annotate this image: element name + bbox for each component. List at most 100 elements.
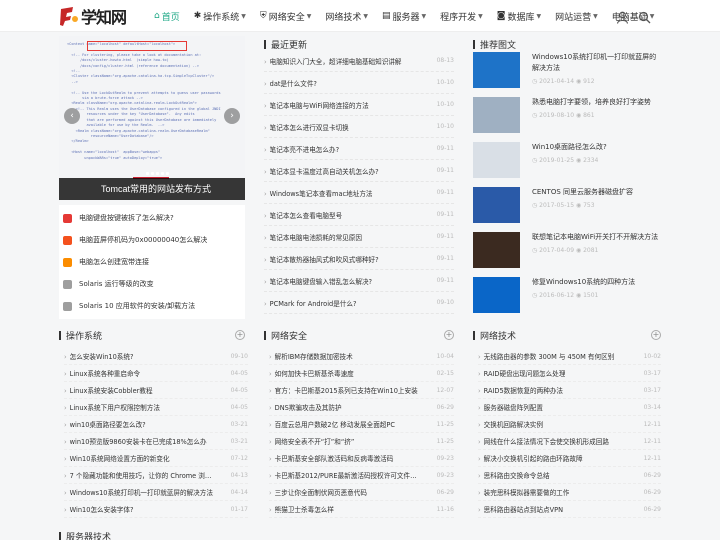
article-link[interactable]: PCMark for Android是什么?	[264, 298, 357, 308]
article-thumbnail[interactable]	[473, 97, 520, 133]
article-link[interactable]: 熊猫卫士杀毒怎么样	[269, 504, 334, 514]
list-item[interactable]: Linux系统安装Cobbler教程 04-05	[64, 382, 248, 399]
more-plus-icon[interactable]: +	[235, 330, 245, 340]
article-link[interactable]: 解决小交换机引起的路由环路故障	[478, 453, 583, 463]
nav-database[interactable]: ◙ 数据库 ▼	[497, 10, 541, 23]
article-link[interactable]: DNS欺骗攻击及其防护	[269, 402, 342, 412]
recommended-item[interactable]: Windows10系统打印机一打印就蓝屏的解决方法 ◷ 2021-04-14 ◉ …	[473, 52, 661, 97]
featured-slider[interactable]: <Context name="localhost" defaultHost="l…	[59, 36, 245, 200]
article-thumbnail[interactable]	[473, 187, 520, 223]
list-item[interactable]: Linux系统下用户权限控制方法 04-05	[64, 399, 248, 416]
list-item[interactable]: 无线路由器的参数 300M 与 450M 有何区别 10-02	[478, 348, 661, 365]
article-link[interactable]: dat是什么文件?	[264, 78, 317, 88]
list-item[interactable]: dat是什么文件? 10-10	[264, 72, 454, 94]
recommended-item[interactable]: 熟悉电脑打字要领，培养良好打字姿势 ◷ 2019-08-10 ◉ 861	[473, 97, 661, 142]
list-item[interactable]: 思科路由器站点到站点VPN 06-29	[478, 501, 661, 518]
article-link[interactable]: 思科路由器站点到站点VPN	[478, 504, 563, 514]
article-link[interactable]: 笔记本电脑键盘输入错乱怎么解决?	[264, 276, 372, 286]
topic-item[interactable]: 电脑怎么创建宽带连接	[59, 251, 245, 273]
article-link[interactable]: 7 个隐藏功能和使用技巧，让你的 Chrome 浏览器更...	[64, 470, 214, 480]
article-link[interactable]: win10预览版9860安装卡在已完成18%怎么办	[64, 436, 207, 446]
recommended-title[interactable]: 熟悉电脑打字要领，培养良好打字姿势	[532, 97, 651, 108]
list-item[interactable]: 电脑知识入门大全，超详细电脑基础知识讲解 08-13	[264, 50, 454, 72]
article-link[interactable]: Linux系统下用户权限控制方法	[64, 402, 160, 412]
list-item[interactable]: 服务器磁盘阵列配置 03-14	[478, 399, 661, 416]
article-link[interactable]: 笔记本电脑电池损耗的常见原因	[264, 232, 362, 242]
more-plus-icon[interactable]: +	[651, 330, 661, 340]
nav-server[interactable]: ▤ 服务器 ▼	[382, 10, 426, 23]
list-item[interactable]: 7 个隐藏功能和使用技巧，让你的 Chrome 浏览器更... 04-13	[64, 467, 248, 484]
article-link[interactable]: 卡巴斯基2012/PURE最新激活码授权许可文件key...	[269, 470, 419, 480]
nav-operations[interactable]: 网站运营 ▼	[555, 10, 598, 23]
article-link[interactable]: 官方：卡巴斯基2015系列已支持在Win10上安装	[269, 385, 418, 395]
list-item[interactable]: 熊猫卫士杀毒怎么样 11-16	[269, 501, 454, 518]
search-icon[interactable]	[638, 9, 651, 24]
article-link[interactable]: 思科路由交换命令总结	[478, 470, 550, 480]
list-item[interactable]: RAID5数据恢复的两种办法 03-17	[478, 382, 661, 399]
list-item[interactable]: 官方：卡巴斯基2015系列已支持在Win10上安装 12-07	[269, 382, 454, 399]
article-link[interactable]: 笔记本电脑与WiFi网络连接的方法	[264, 100, 369, 110]
article-thumbnail[interactable]	[473, 52, 520, 88]
article-link[interactable]: 交换机回路解决实例	[478, 419, 543, 429]
article-link[interactable]: 卡巴斯基安全部队激活码和反病毒激活码	[269, 453, 394, 463]
article-link[interactable]: RAID硬盘出现问题怎么处理	[478, 368, 566, 378]
list-item[interactable]: PCMark for Android是什么? 09-10	[264, 292, 454, 314]
list-item[interactable]: Linux系统各种重启命令 04-05	[64, 365, 248, 382]
site-logo[interactable]: 学知网	[58, 4, 127, 28]
list-item[interactable]: Windows10系统打印机一打印就蓝屏的解决方法 04-14	[64, 484, 248, 501]
slider-dots[interactable]	[145, 172, 170, 175]
list-item[interactable]: 卡巴斯基2012/PURE最新激活码授权许可文件key... 09-23	[269, 467, 454, 484]
list-item[interactable]: win10桌面路径要怎么改? 03-21	[64, 416, 248, 433]
list-item[interactable]: 网络安全表不开“打”和“挤” 11-25	[269, 433, 454, 450]
article-link[interactable]: 怎么安装Win10系统?	[64, 351, 134, 361]
list-item[interactable]: 笔记本怎么进行双显卡切换 10-10	[264, 116, 454, 138]
article-link[interactable]: 无线路由器的参数 300M 与 450M 有何区别	[478, 351, 615, 361]
more-plus-icon[interactable]: +	[444, 330, 454, 340]
recommended-title[interactable]: Windows10系统打印机一打印就蓝屏的解决方法	[532, 52, 661, 74]
article-link[interactable]: Win10系统网络设置方面的新变化	[64, 453, 170, 463]
list-item[interactable]: 如何加快卡巴斯基杀毒速度 02-15	[269, 365, 454, 382]
article-link[interactable]: win10桌面路径要怎么改?	[64, 419, 146, 429]
list-item[interactable]: win10预览版9860安装卡在已完成18%怎么办 03-21	[64, 433, 248, 450]
list-item[interactable]: 解决小交换机引起的路由环路故障 12-11	[478, 450, 661, 467]
nav-network[interactable]: 网络技术 ▼	[325, 10, 368, 23]
list-item[interactable]: 装完思科模拟器需要做的工作 06-29	[478, 484, 661, 501]
nav-dev[interactable]: 程序开发 ▼	[440, 10, 483, 23]
article-thumbnail[interactable]	[473, 277, 520, 313]
article-link[interactable]: Windows笔记本查看mac地址方法	[264, 188, 373, 198]
article-link[interactable]: Linux系统各种重启命令	[64, 368, 141, 378]
list-item[interactable]: 笔记本电脑键盘输入错乱怎么解决? 09-11	[264, 270, 454, 292]
article-thumbnail[interactable]	[473, 232, 520, 268]
article-link[interactable]: 笔记本怎么进行双显卡切换	[264, 122, 349, 132]
list-item[interactable]: 笔记本亮不进电怎么办? 09-11	[264, 138, 454, 160]
slider-next-button[interactable]: ›	[224, 108, 240, 124]
article-link[interactable]: Linux系统安装Cobbler教程	[64, 385, 153, 395]
slide-caption[interactable]: Tomcat常用的网站发布方式	[59, 178, 245, 200]
recommended-title[interactable]: 联想笔记本电脑WiFi开关打不开解决方法	[532, 232, 658, 243]
recommended-item[interactable]: CENTOS 同里云服务器磁盘扩容 ◷ 2017-05-15 ◉ 753	[473, 187, 661, 232]
article-link[interactable]: 三步让你全面制伏网页恶意代码	[269, 487, 367, 497]
list-item[interactable]: 卡巴斯基安全部队激活码和反病毒激活码 09-23	[269, 450, 454, 467]
nav-os[interactable]: ✱ 操作系统 ▼	[194, 10, 246, 23]
list-item[interactable]: 交换机回路解决实例 12-11	[478, 416, 661, 433]
article-link[interactable]: Win10怎么安装字体?	[64, 504, 134, 514]
recommended-item[interactable]: 联想笔记本电脑WiFi开关打不开解决方法 ◷ 2017-04-09 ◉ 2081	[473, 232, 661, 277]
recommended-item[interactable]: 修复Windows10系统的四种方法 ◷ 2016-06-12 ◉ 1501	[473, 277, 661, 322]
list-item[interactable]: 笔记本怎么查看电脑型号 09-11	[264, 204, 454, 226]
article-link[interactable]: 如何加快卡巴斯基杀毒速度	[269, 368, 354, 378]
topic-item[interactable]: 电脑键盘按键被拆了怎么解决?	[59, 207, 245, 229]
list-item[interactable]: Windows笔记本查看mac地址方法 09-11	[264, 182, 454, 204]
article-link[interactable]: 服务器磁盘阵列配置	[478, 402, 543, 412]
nav-home[interactable]: ⌂ 首页	[154, 10, 180, 23]
recommended-title[interactable]: Win10桌面路径怎么改?	[532, 142, 607, 153]
article-link[interactable]: 笔记本散热器抽风式和吹风式哪种好?	[264, 254, 379, 264]
user-icon[interactable]	[616, 9, 629, 24]
list-item[interactable]: 笔记本电脑与WiFi网络连接的方法 10-10	[264, 94, 454, 116]
article-link[interactable]: 百度云总用户数破2亿 移动发展全面超PC	[269, 419, 395, 429]
article-link[interactable]: 网线在什么接法情况下会使交换机形成回路	[478, 436, 609, 446]
article-link[interactable]: 笔记本亮不进电怎么办?	[264, 144, 339, 154]
list-item[interactable]: RAID硬盘出现问题怎么处理 03-17	[478, 365, 661, 382]
article-link[interactable]: 笔记本怎么查看电脑型号	[264, 210, 343, 220]
article-link[interactable]: 网络安全表不开“打”和“挤”	[269, 436, 355, 446]
topic-item[interactable]: Solaris 运行等级的改变	[59, 273, 245, 295]
